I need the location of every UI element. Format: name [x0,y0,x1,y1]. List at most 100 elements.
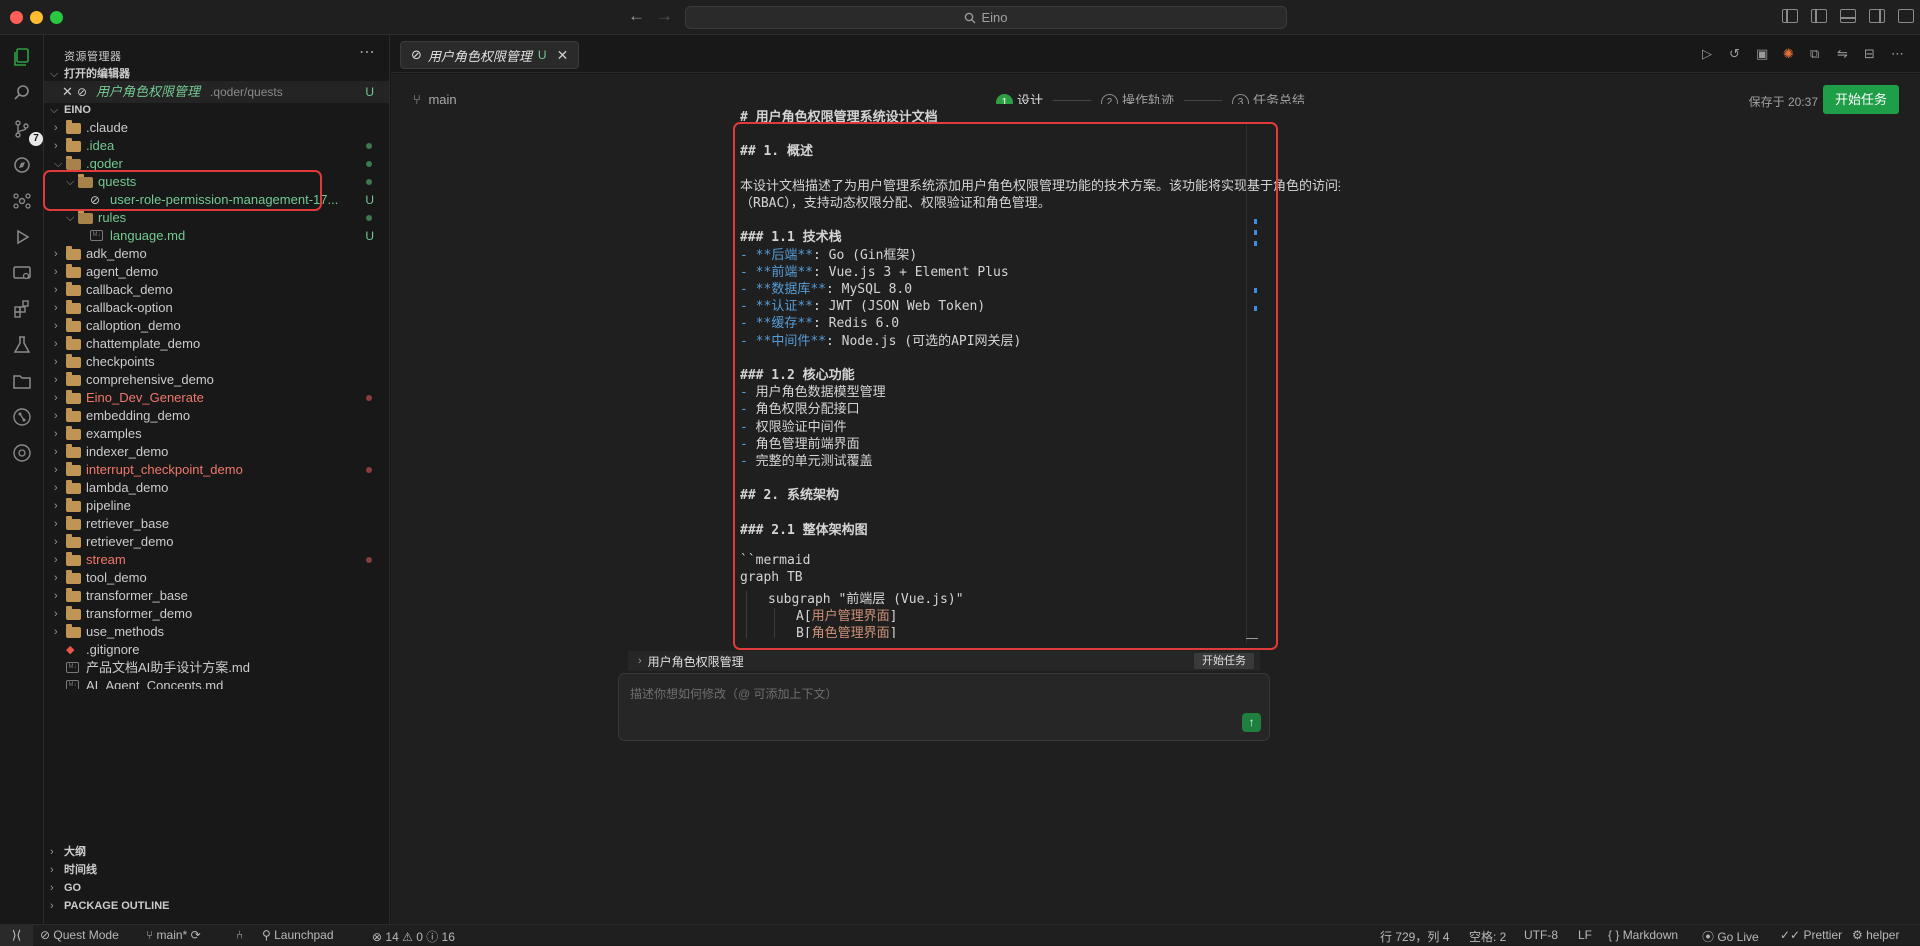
doc-line: - **缓存**: Redis 6.0 [740,316,900,332]
doc-line: ``mermaid [740,553,811,569]
search-icon[interactable] [11,82,33,104]
launchpad-item[interactable]: ⚲ Launchpad [262,928,334,942]
doc-line: - **中间件**: Node.js (可选的API网关层) [740,333,1022,349]
send-button[interactable]: ↑ [1242,713,1261,732]
scrollbar-thumb[interactable] [1246,638,1258,639]
indentation[interactable]: 空格: 2 [1469,928,1506,945]
folder-icon [66,282,81,296]
remote-icon[interactable]: ⟩⟨ [0,925,33,946]
folder-icon [66,264,81,278]
folder-icon [66,534,81,548]
extensions-icon[interactable] [11,298,33,320]
markdown-file-icon: M↓ [66,662,79,673]
folder-icon [66,426,81,440]
close-window-button[interactable] [10,11,23,24]
doc-line: - **数据库**: MySQL 8.0 [740,282,913,297]
explorer-icon[interactable] [11,46,33,68]
forward-arrow-icon[interactable]: → [656,6,673,26]
helper-item[interactable]: ⚙ helper [1852,928,1899,942]
folder-icon [66,570,81,584]
branch-indicator[interactable]: ⑂ main [413,92,457,107]
prompt-input[interactable] [628,683,1188,713]
chevron-right-icon[interactable]: › [638,655,642,667]
close-tab-icon[interactable]: ✕ [557,47,569,64]
quest-mode-item[interactable]: ⊘ Quest Mode [40,928,119,942]
command-center-search[interactable]: Eino [685,6,1287,29]
explorer-title: 资源管理器 [64,51,122,63]
folder-icon [66,462,81,476]
folder-open-icon[interactable] [11,370,33,392]
git-graph-icon[interactable] [11,406,33,428]
sparkle-icon[interactable]: ✺ [1783,46,1798,61]
quest-compass-icon[interactable] [11,154,33,176]
cursor-position[interactable]: 行 729，列 4 [1380,928,1449,945]
design-document[interactable]: # 用户角色权限管理系统设计文档 ## 1. 概述 本设计文档描述了为用户管理系统添… [740,104,1340,638]
scm-badge: 7 [29,132,43,146]
encoding[interactable]: UTF-8 [1524,928,1558,942]
status-dot [366,557,372,563]
start-task-button[interactable]: 开始任务 [1822,85,1899,114]
remote-explorer-icon[interactable] [11,262,33,284]
status-bar: ⟩⟨ ⊘ Quest Mode ⑂ main* ⟳ ⑃ ⚲ Launchpad … [0,924,1920,946]
status-dot [366,395,372,401]
layout-custom-icon[interactable] [1782,9,1798,23]
explorer-sidebar: 资源管理器 ⋯ ⌵ 打开的编辑器 ✕ ⊘ 用户角色权限管理 .qoder/que… [44,35,390,924]
customize-layout-icon[interactable] [1898,9,1914,23]
folder-icon [66,606,81,620]
folder-icon [66,588,81,602]
command-center-text: Eino [981,10,1008,25]
status-dot [366,215,372,221]
folder-icon [66,552,81,566]
doc-line: - 用户角色数据模型管理 [740,385,886,401]
folder-icon [66,498,81,512]
compare-icon[interactable]: ⇋ [1837,46,1852,61]
toggle-secondary-sidebar-icon[interactable] [1869,9,1885,23]
preview-icon[interactable]: ▣ [1756,46,1771,61]
saved-time: 保存于 20:37 [1748,95,1818,109]
doc-line: # 用户角色权限管理系统设计文档 [740,110,938,125]
gitlens-icon[interactable] [11,442,33,464]
prettier-item[interactable]: ✓✓ Prettier [1780,928,1842,942]
history-icon[interactable]: ↺ [1729,46,1744,61]
tree-file-item[interactable]: M↓ AI_Agent_Concepts.md [44,675,389,689]
problems-item[interactable]: ⊗ 14 ⚠ 0 ⓘ 16 [372,928,455,945]
run-debug-icon[interactable] [11,226,33,248]
doc-line: 本设计文档描述了为用户管理系统添加用户角色权限管理功能的技术方案。该功能将实现基… [740,178,1340,194]
toggle-panel-icon[interactable] [1840,9,1856,23]
markdown-file-icon: M↓ [90,230,103,241]
extensions-network-icon[interactable] [11,190,33,212]
more-actions-icon[interactable]: ⋯ [359,42,375,62]
doc-line: ### 2.1 整体架构图 [740,522,868,538]
split-editor-icon[interactable]: ⊟ [1864,46,1879,61]
run-icon[interactable]: ▷ [1702,46,1717,61]
editor-tabs: ⊘ 用户角色权限管理 U ✕ ▷ ↺ ▣ ✺ ⧉ ⇋ ⊟ ⋯ [391,35,1920,73]
minimize-window-button[interactable] [30,11,43,24]
line-ending[interactable]: LF [1578,928,1592,942]
git-graph-status-icon[interactable]: ⑃ [236,928,243,942]
activity-bar: 7 [0,35,44,924]
folder-icon [66,120,81,134]
maximize-window-button[interactable] [50,11,63,24]
doc-line: - 完整的单元测试覆盖 [740,454,873,469]
doc-line: graph TB [740,570,803,586]
testing-flask-icon[interactable] [11,334,33,356]
folder-icon [66,516,81,530]
doc-line: ## 2. 系统架构 [740,488,839,504]
doc-line: - **后端**: Go (Gin框架) [740,247,918,263]
package-outline-section[interactable]: › PACKAGE OUTLINE [44,895,389,917]
go-live-item[interactable]: ⦿ Go Live [1702,928,1759,945]
quest-task-bar: › 用户角色权限管理 开始任务 [628,651,1260,671]
tab-quest-design[interactable]: ⊘ 用户角色权限管理 U ✕ [400,41,580,69]
copy-icon[interactable]: ⧉ [1810,46,1825,61]
doc-line: subgraph "前端层 (Vue.js)" [768,591,964,607]
quest-editor: ⑂ main 1 设计 2 操作轨迹 3 任务总结 保存于 20:37 开始任务 # … [391,74,1920,924]
quest-title: 用户角色权限管理 [647,654,744,669]
language-mode[interactable]: { } Markdown [1608,928,1678,942]
source-control-icon[interactable]: 7 [11,118,43,146]
start-task-small-button[interactable]: 开始任务 [1194,653,1254,669]
branch-item[interactable]: ⑂ main* ⟳ [146,928,201,942]
more-actions-icon[interactable]: ⋯ [1891,46,1906,61]
toggle-primary-sidebar-icon[interactable] [1811,9,1827,23]
doc-line: ### 1.2 核心功能 [740,368,855,383]
back-arrow-icon[interactable]: ← [628,6,645,26]
